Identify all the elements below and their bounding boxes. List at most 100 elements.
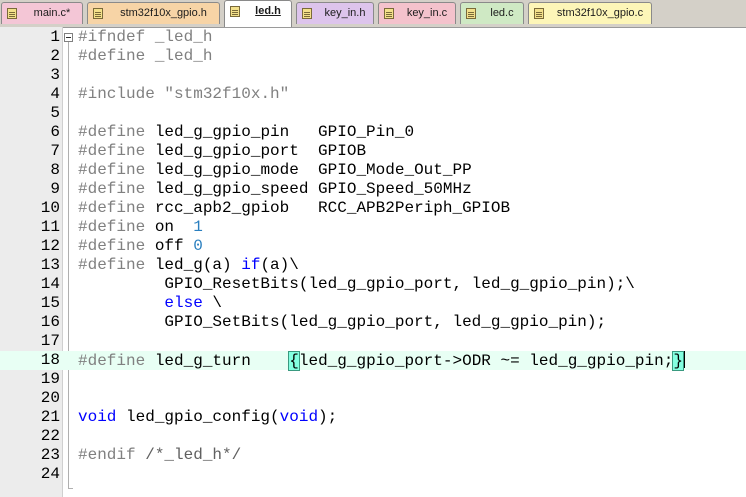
code-token: #define [78,352,146,370]
line-number: 16 [40,313,60,331]
code-line[interactable]: 10 #define rcc_apb2_gpiob RCC_APB2Periph_… [0,199,746,218]
code-text: GPIO_SetBits(led_g_gpio_port, led_g_gpio… [78,313,606,332]
code-token: #ifndef _led_h [78,28,213,46]
code-text: #define on 1 [78,218,203,237]
code-line[interactable]: 9 #define led_g_gpio_speed GPIO_Speed_50M… [0,180,746,199]
code-token: 0 [193,237,203,255]
code-text: #define off 0 [78,237,203,256]
code-editor[interactable]: 1 #ifndef _led_h 2 #define _led_h 3 4 #include… [0,27,746,497]
code-token: #define [78,256,146,274]
tab-led-h[interactable]: led.h [224,0,292,27]
line-number: 13 [40,256,60,274]
code-token: if [241,256,261,274]
code-token: #define [78,218,146,236]
code-line[interactable]: 1 #ifndef _led_h [0,28,746,47]
file-icon [93,8,103,19]
code-token: GPIO_SetBits(led_g_gpio_port, led_g_gpio… [78,313,607,331]
line-number: 2 [50,47,60,65]
code-line[interactable]: 20 [0,389,746,408]
line-number: 23 [40,446,60,464]
code-line[interactable]: 12 #define off 0 [0,237,746,256]
tab-label: main.c* [33,7,71,19]
fold-guide-end [68,488,73,489]
code-token: #define [78,161,146,179]
code-token: #endif [78,446,136,464]
code-token: #define _led_h [78,47,213,65]
line-number: 7 [50,142,60,160]
code-line[interactable]: 2 #define _led_h [0,47,746,66]
code-line[interactable]: 14 GPIO_ResetBits(led_g_gpio_port, led_g… [0,275,746,294]
code-line[interactable]: 8 #define led_g_gpio_mode GPIO_Mode_Out_P… [0,161,746,180]
code-token: void [78,408,117,426]
code-token: led_g_gpio_port->ODR ~= led_g_gpio_pin; [298,352,674,370]
line-number: 5 [50,104,60,122]
code-line[interactable]: 19 [0,370,746,389]
tab-label: stm32f10x_gpio.c [556,7,644,19]
tab-stm32f10x-gpio-h[interactable]: stm32f10x_gpio.h [87,2,220,24]
code-line[interactable]: 3 [0,66,746,85]
code-text: #define _led_h [78,47,212,66]
code-token: led_g_gpio_pin GPIO_Pin_0 [145,123,415,141]
line-number: 17 [40,332,60,350]
tab-stm32f10x-gpio-c[interactable]: stm32f10x_gpio.c [528,2,652,24]
code-token: void [279,408,319,426]
tab-key-in-h[interactable]: key_in.h [296,2,374,24]
code-line[interactable]: 13 #define led_g(a) if(a)\ [0,256,746,275]
code-text: #define led_g_turn {led_g_gpio_port->ODR… [78,351,685,371]
code-line[interactable]: 18 #define led_g_turn {led_g_gpio_port->O… [0,351,746,371]
code-line[interactable]: 5 [0,104,746,123]
code-text: #define led_g_gpio_pin GPIO_Pin_0 [78,123,414,142]
file-icon [302,8,312,19]
code-token: #define [78,123,146,141]
matched-brace: } [672,351,684,371]
tab-main-c[interactable]: main.c* [1,2,83,24]
code-line[interactable]: 15 else \ [0,294,746,313]
file-icon [7,8,17,19]
tab-led-c[interactable]: led.c [460,2,524,24]
code-token: "stm32f10x.h" [164,85,290,103]
code-line[interactable]: 22 [0,427,746,446]
file-icon [466,8,476,19]
line-number: 8 [50,161,60,179]
code-text: GPIO_ResetBits(led_g_gpio_port, led_g_gp… [78,275,634,294]
code-line[interactable]: 21 void led_gpio_config(void); [0,408,746,427]
code-text: #define led_g_gpio_speed GPIO_Speed_50MH… [78,180,472,199]
line-number: 14 [40,275,60,293]
code-token: \ [202,294,223,312]
code-line[interactable]: 6 #define led_g_gpio_pin GPIO_Pin_0 [0,123,746,142]
code-line[interactable]: 7 #define led_g_gpio_port GPIOB [0,142,746,161]
matched-brace: { [288,351,300,371]
code-token: led_g_gpio_mode GPIO_Mode_Out_PP [145,161,472,179]
line-number: 18 [40,351,60,369]
line-number: 20 [40,389,60,407]
code-token: #define [78,142,146,160]
tab-label: key_in.c [406,7,448,19]
code-text: #include "stm32f10x.h" [78,85,289,104]
code-line[interactable]: 24 [0,465,746,484]
code-token: (a)\ [260,256,299,274]
line-number: 15 [40,294,60,312]
code-text: void led_gpio_config(void); [78,408,337,427]
code-token: #include [78,85,165,103]
code-line[interactable]: 4 #include "stm32f10x.h" [0,85,746,104]
tab-label: key_in.h [324,7,366,19]
line-number: 19 [40,370,60,388]
code-line[interactable]: 11 #define on 1 [0,218,746,237]
code-line[interactable]: 23 #endif /*_led_h*/ [0,446,746,465]
code-token: led_g_gpio_port GPIOB [145,142,367,160]
code-text: #define rcc_apb2_gpiob RCC_APB2Periph_GP… [78,199,510,218]
code-text: #define led_g_gpio_mode GPIO_Mode_Out_PP [78,161,472,180]
tab-bar: main.c* stm32f10x_gpio.h led.h key_in.h key_… [0,0,746,28]
code-line[interactable]: 16 GPIO_SetBits(led_g_gpio_port, led_g_g… [0,313,746,332]
line-number: 6 [50,123,60,141]
code-text: #define led_g(a) if(a)\ [78,256,299,275]
tab-key-in-c[interactable]: key_in.c [378,2,456,24]
line-number: 1 [50,28,60,46]
code-text: #define led_g_gpio_port GPIOB [78,142,366,161]
code-token: #define [78,199,146,217]
code-text: else \ [78,294,222,313]
code-line[interactable]: 17 [0,332,746,351]
code-token: led_g_gpio_speed GPIO_Speed_50MHz [145,180,472,198]
code-text: #ifndef _led_h [78,28,212,47]
